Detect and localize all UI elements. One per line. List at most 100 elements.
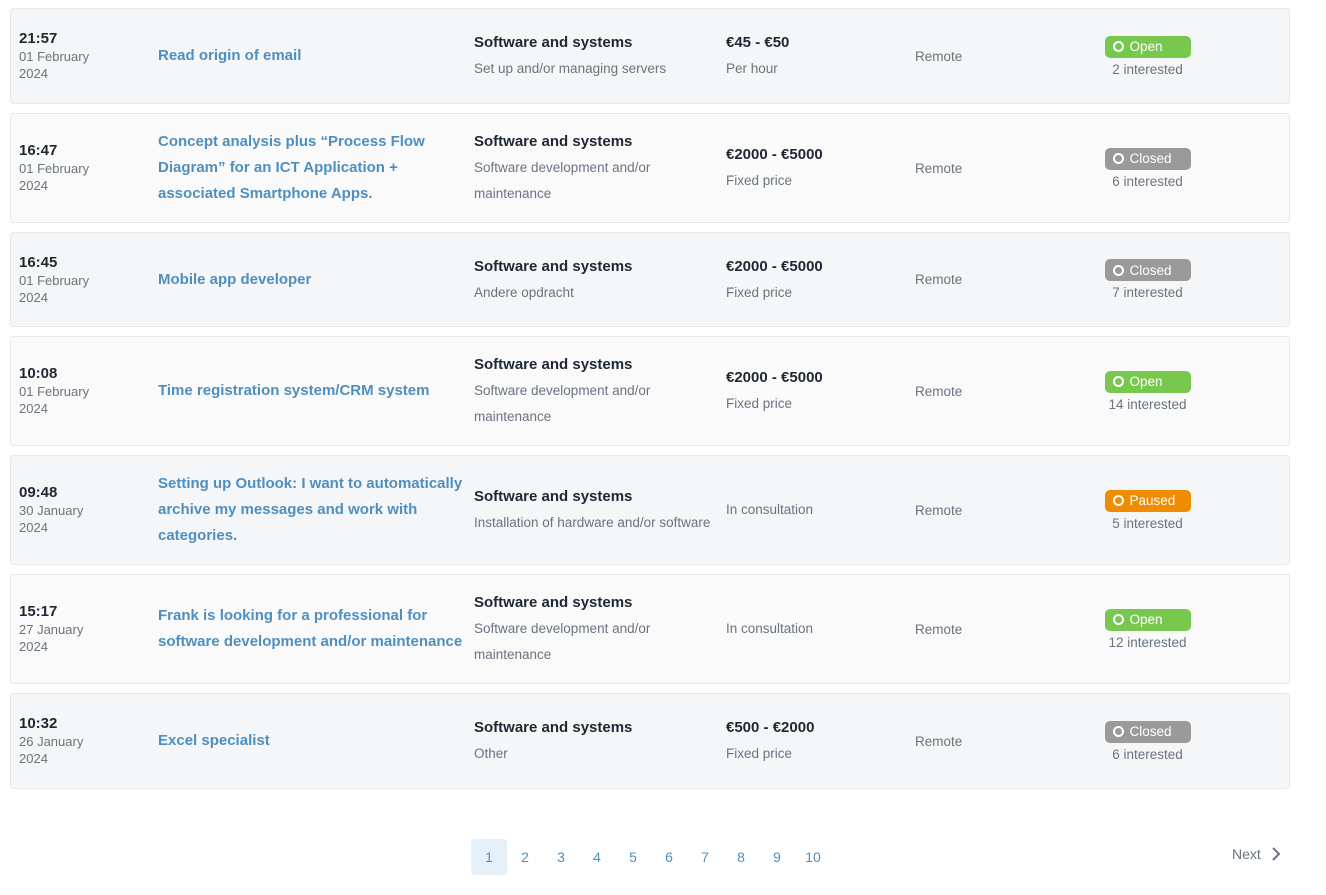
job-time: 16:47 [19, 142, 58, 159]
job-row: 16:47 01 February 2024 Concept analysis p… [10, 113, 1290, 223]
status-badge: Open [1104, 35, 1191, 58]
job-title-link[interactable]: Frank is looking for a professional for … [158, 603, 468, 655]
job-price: €2000 - €5000 [726, 257, 823, 275]
job-title-link[interactable]: Excel specialist [158, 728, 468, 754]
job-category: Software and systems [474, 257, 633, 275]
status-badge: Closed [1104, 147, 1191, 170]
job-price: €500 - €2000 [726, 719, 815, 736]
job-price-type: Fixed price [726, 746, 793, 761]
job-category: Software and systems [474, 719, 633, 736]
job-title-link[interactable]: Mobile app developer [158, 267, 468, 293]
job-price-type: Fixed price [726, 396, 793, 411]
page-link-4[interactable]: 4 [579, 839, 615, 875]
status-badge: Open [1104, 608, 1191, 631]
job-location: Remote [915, 733, 963, 749]
job-title-link[interactable]: Concept analysis plus “Process Flow Diag… [158, 129, 468, 207]
job-location: Remote [915, 383, 963, 399]
job-category: Software and systems [474, 594, 633, 611]
status-badge: Closed [1104, 720, 1191, 743]
next-label: Next [1232, 846, 1261, 862]
job-price: €45 - €50 [726, 34, 790, 51]
status-badge: Open [1104, 370, 1191, 393]
job-price-type: Fixed price [726, 173, 793, 188]
job-row: 10:32 26 January 2024 Excel specialist So… [10, 693, 1290, 789]
status-label: Paused [1129, 493, 1176, 508]
status-badge: Closed [1104, 259, 1191, 281]
interested-count: 5 interested [1112, 515, 1183, 531]
job-row: 10:08 01 February 2024 Time registration … [10, 336, 1290, 446]
job-category: Software and systems [474, 133, 633, 150]
page-link-10[interactable]: 10 [795, 839, 831, 875]
status-label: Closed [1129, 724, 1172, 739]
job-time: 15:17 [19, 603, 58, 620]
job-category: Software and systems [474, 34, 633, 51]
job-title-link[interactable]: Setting up Outlook: I want to automatica… [158, 471, 468, 549]
job-price-type: Fixed price [726, 284, 793, 300]
job-date: 27 January 2024 [19, 622, 84, 654]
job-title-link[interactable]: Time registration system/CRM system [158, 378, 468, 404]
job-location: Remote [915, 502, 963, 518]
status-label: Open [1129, 612, 1163, 627]
status-ring-icon [1112, 153, 1124, 164]
job-date: 01 February 2024 [19, 49, 90, 81]
status-ring-icon [1112, 495, 1124, 506]
job-list: 21:57 01 February 2024 Read origin of ema… [10, 8, 1290, 798]
page-link-5[interactable]: 5 [615, 839, 651, 875]
next-page-button[interactable]: Next [1232, 846, 1281, 862]
job-subcategory: Installation of hardware and/or software [474, 515, 711, 530]
job-time: 16:45 [19, 253, 58, 271]
page-link-2[interactable]: 2 [507, 839, 543, 875]
status-ring-icon [1112, 614, 1124, 625]
job-subcategory: Software development and/or maintenance [474, 383, 651, 424]
job-location: Remote [915, 48, 963, 64]
status-badge: Paused [1104, 489, 1191, 512]
status-ring-icon [1112, 264, 1124, 276]
page-link-9[interactable]: 9 [759, 839, 795, 875]
page-link-1[interactable]: 1 [471, 839, 507, 875]
job-time: 09:48 [19, 484, 58, 501]
status-ring-icon [1112, 41, 1124, 52]
job-price-type: In consultation [726, 621, 814, 636]
status-label: Closed [1129, 262, 1172, 278]
job-subcategory: Software development and/or maintenance [474, 621, 651, 662]
interested-count: 7 interested [1112, 285, 1183, 300]
job-row: 15:17 27 January 2024 Frank is looking fo… [10, 574, 1290, 684]
job-location: Remote [915, 160, 963, 176]
job-category: Software and systems [474, 356, 633, 373]
page-link-7[interactable]: 7 [687, 839, 723, 875]
pagination: 1 2 3 4 5 6 7 8 9 10 [471, 839, 831, 875]
status-label: Closed [1129, 151, 1172, 166]
page-link-6[interactable]: 6 [651, 839, 687, 875]
page-link-3[interactable]: 3 [543, 839, 579, 875]
job-location: Remote [915, 621, 963, 637]
interested-count: 6 interested [1112, 173, 1183, 189]
interested-count: 14 interested [1108, 396, 1187, 412]
job-subcategory: Set up and/or managing servers [474, 61, 667, 76]
job-price: €2000 - €5000 [726, 146, 823, 163]
status-ring-icon [1112, 376, 1124, 387]
job-date: 30 January 2024 [19, 503, 84, 535]
chevron-right-icon [1272, 847, 1281, 861]
job-date: 26 January 2024 [19, 734, 84, 766]
job-time: 10:32 [19, 715, 58, 732]
job-time: 10:08 [19, 365, 58, 382]
job-time: 21:57 [19, 30, 58, 47]
job-row: 21:57 01 February 2024 Read origin of ema… [10, 8, 1290, 104]
job-date: 01 February 2024 [19, 272, 90, 305]
job-subcategory: Other [474, 746, 508, 761]
job-subcategory: Andere opdracht [474, 284, 574, 300]
job-category: Software and systems [474, 488, 633, 505]
job-subcategory: Software development and/or maintenance [474, 160, 651, 201]
job-price-type: In consultation [726, 502, 814, 517]
job-price-type: Per hour [726, 61, 778, 76]
job-row: 16:45 01 February 2024 Mobile app develop… [10, 232, 1290, 327]
job-date: 01 February 2024 [19, 384, 90, 416]
job-price: €2000 - €5000 [726, 369, 823, 386]
job-title-link[interactable]: Read origin of email [158, 43, 468, 69]
status-ring-icon [1112, 726, 1124, 737]
job-date: 01 February 2024 [19, 161, 90, 193]
job-row: 09:48 30 January 2024 Setting up Outlook:… [10, 455, 1290, 565]
interested-count: 12 interested [1108, 634, 1187, 650]
job-location: Remote [915, 272, 963, 287]
page-link-8[interactable]: 8 [723, 839, 759, 875]
